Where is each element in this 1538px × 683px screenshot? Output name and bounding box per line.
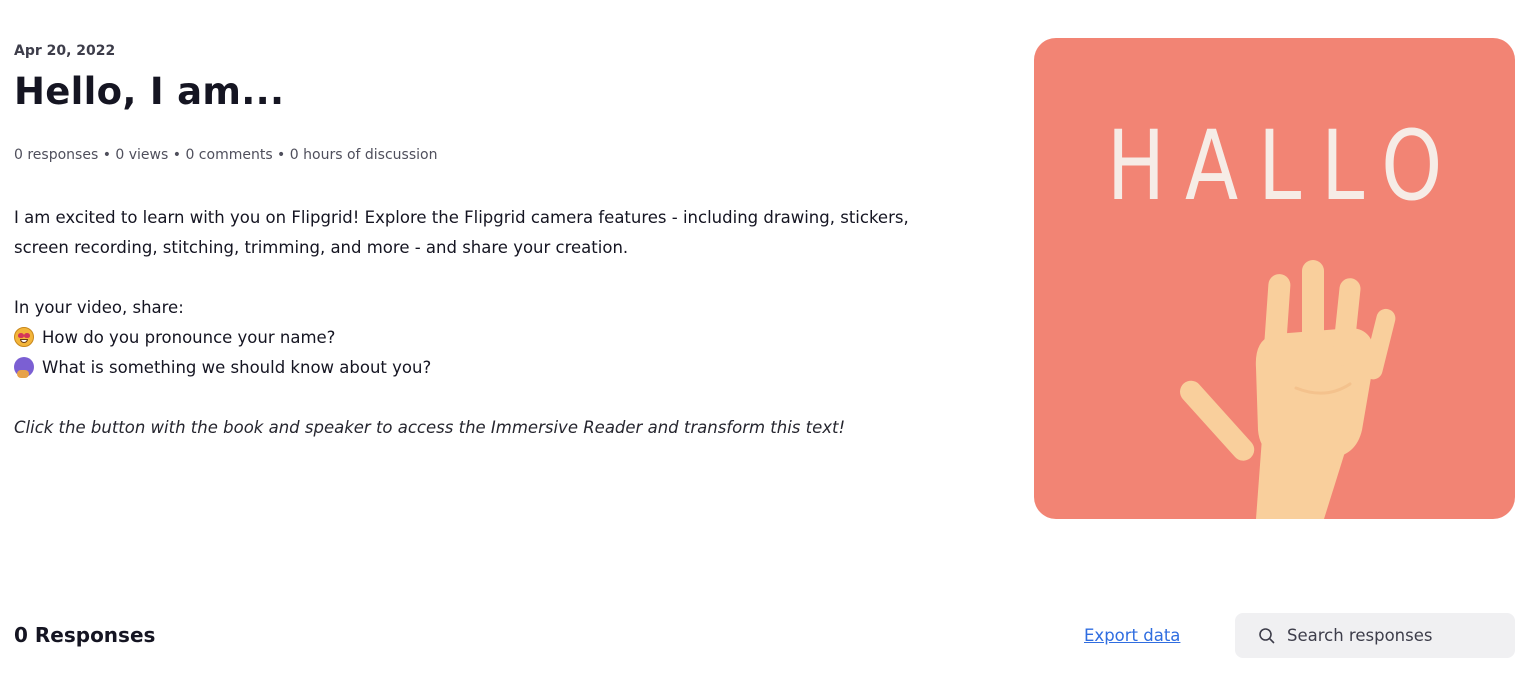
brain-emoji-icon <box>14 357 34 378</box>
search-responses-input[interactable] <box>1287 626 1487 645</box>
bullet-text: How do you pronounce your name? <box>42 328 336 347</box>
topic-description: I am excited to learn with you on Flipgr… <box>14 203 914 443</box>
export-data-link[interactable]: Export data <box>1084 626 1180 645</box>
description-paragraph: I am excited to learn with you on Flipgr… <box>14 208 909 257</box>
bullet-text: What is something we should know about y… <box>42 358 432 377</box>
topic-date: Apr 20, 2022 <box>14 43 116 59</box>
topic-stats: 0 responses • 0 views • 0 comments • 0 h… <box>14 147 438 163</box>
waving-hand-icon <box>1180 260 1396 519</box>
topic-page: Apr 20, 2022 Hello, I am... 0 responses … <box>0 0 1538 683</box>
search-responses-box[interactable] <box>1235 613 1515 658</box>
topic-cover-image: HALLO <box>1034 38 1515 519</box>
description-bullet: What is something we should know about y… <box>14 353 914 383</box>
search-icon <box>1259 627 1275 643</box>
responses-heading: 0 Responses <box>14 623 156 647</box>
immersive-reader-note: Click the button with the book and speak… <box>14 418 846 437</box>
description-share-intro: In your video, share: <box>14 298 184 317</box>
topic-title: Hello, I am... <box>14 70 285 113</box>
description-note: Click the button with the book and speak… <box>14 413 914 443</box>
star-struck-emoji-icon <box>14 327 34 347</box>
description-bullet: How do you pronounce your name? <box>14 323 914 353</box>
